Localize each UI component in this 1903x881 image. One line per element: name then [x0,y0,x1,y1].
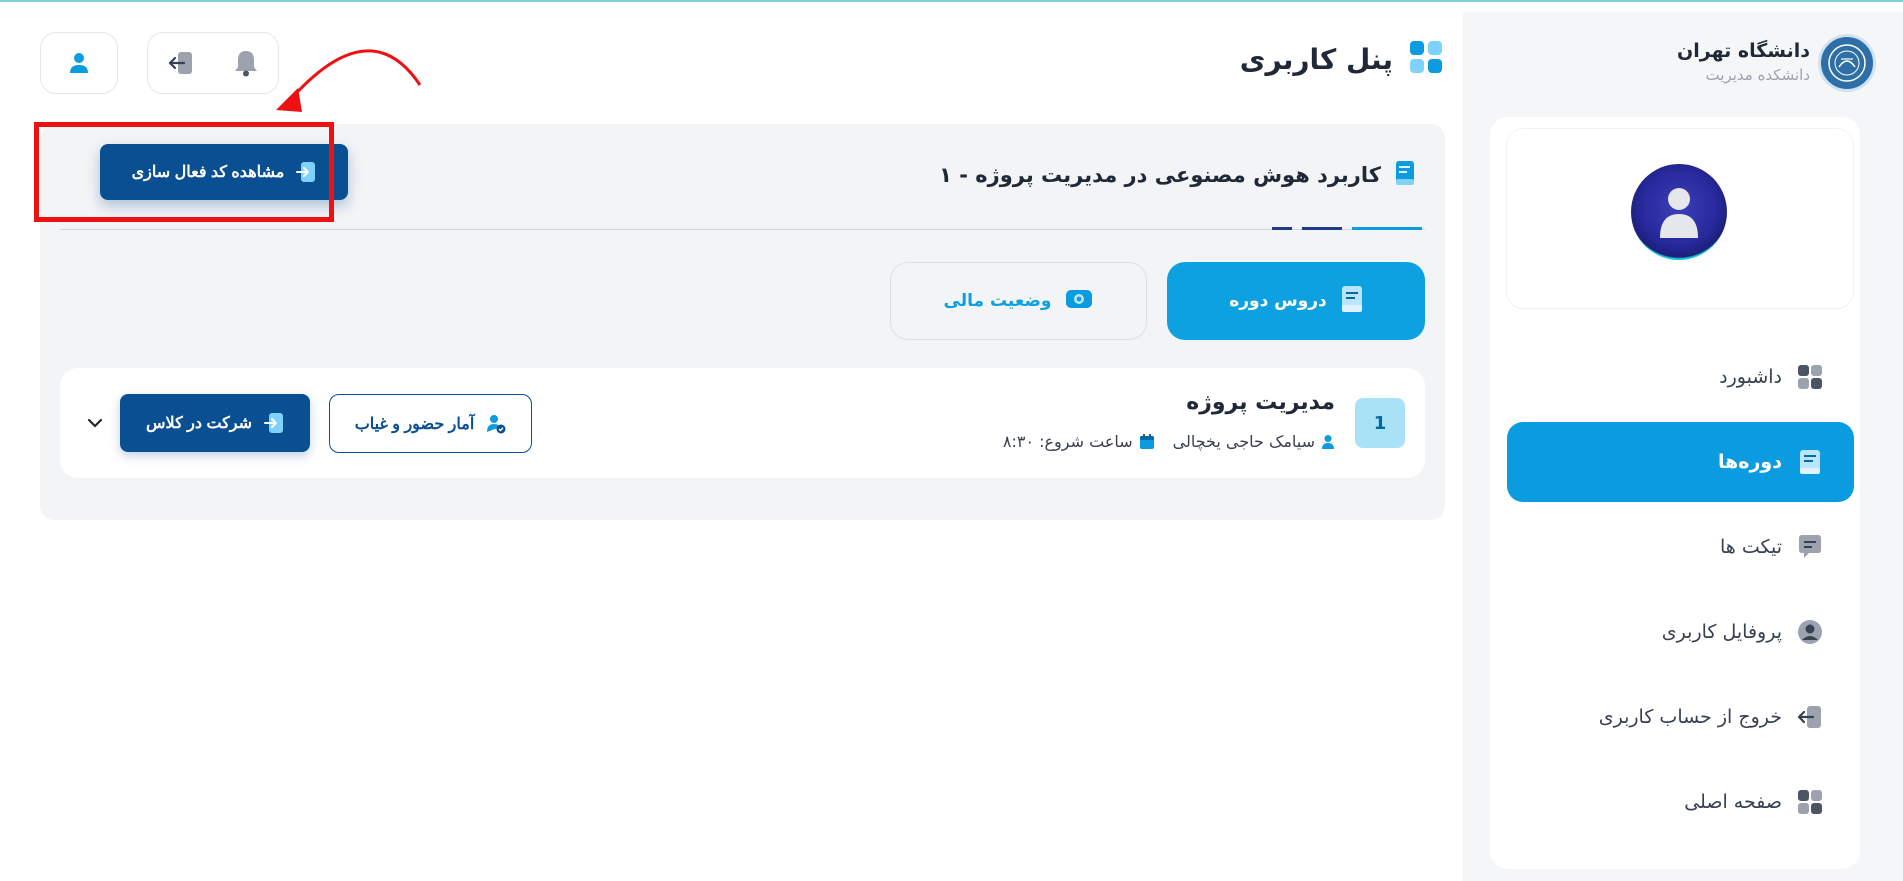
step-indicator [1302,227,1342,230]
sidebar-item-label: داشبورد [1719,366,1782,388]
header-action-group [147,32,279,94]
calendar-icon [1139,433,1154,449]
page-header: پنل کاربری [1240,40,1443,78]
sidebar-item-label: خروج از حساب کاربری [1598,706,1782,728]
sidebar-item-label: دوره‌ها [1717,451,1782,473]
step-indicator [1272,227,1292,230]
user-silhouette-icon [1660,188,1698,238]
attendance-button-label: آمار حضور و غیاب [354,415,475,433]
step-indicator [1352,227,1422,230]
tab-financial-status[interactable]: وضعیت مالی [890,262,1147,340]
grid-icon [1409,40,1443,78]
enter-icon [296,162,316,182]
money-icon [1065,289,1093,314]
avatar-box [1507,129,1853,308]
sidebar: دانشگاه تهران دانشکده مدیریت داشبورد دور… [1463,12,1903,881]
start-time: ساعت شروع: ۸:۳۰ [1002,432,1133,451]
university-logo-icon [1818,34,1876,92]
faculty-name: دانشکده مدیریت [1705,66,1810,84]
sidebar-item-label: پروفایل کاربری [1661,621,1782,643]
lesson-row: 1 مدیریت پروژه سیامک حاجی یخچالی ساعت شر… [60,368,1425,478]
book-icon [1341,285,1363,318]
progress-steps [1272,227,1422,230]
course-title-row: کاربرد هوش مصنوعی در مدیریت پروژه - ۱ [939,160,1415,190]
sidebar-item-tickets[interactable]: تیکت ها [1507,507,1854,587]
sidebar-item-profile[interactable]: پروفایل کاربری [1507,592,1854,672]
tab-course-lessons[interactable]: دروس دوره [1167,262,1425,340]
view-activation-code-button[interactable]: مشاهده کد فعال سازی [100,144,348,200]
logout-icon [1796,703,1824,731]
dashboard-icon [1796,363,1824,391]
course-title: کاربرد هوش مصنوعی در مدیریت پروژه - ۱ [939,163,1381,187]
top-accent-line [0,0,1903,2]
lesson-name: مدیریت پروژه [1186,390,1335,415]
teacher-info: سیامک حاجی یخچالی [1173,432,1335,451]
logout-icon [168,52,192,74]
profile-icon [1796,618,1824,646]
title-divider [60,229,1425,230]
tab-label: وضعیت مالی [943,291,1052,311]
user-icon [70,53,88,73]
lesson-number: 1 [1355,398,1405,448]
annotation-arrow-icon [276,49,422,112]
join-button-label: شرکت در کلاس [146,415,252,432]
attendance-stats-button[interactable]: آمار حضور و غیاب [329,394,532,453]
activation-button-label: مشاهده کد فعال سازی [131,164,285,181]
bell-icon [234,51,257,77]
sidebar-item-dashboard[interactable]: داشبورد [1507,337,1854,417]
course-panel: کاربرد هوش مصنوعی در مدیریت پروژه - ۱ وض… [40,124,1445,520]
user-menu-button[interactable] [40,32,118,94]
user-check-icon [487,414,506,433]
sidebar-item-home[interactable]: صفحه اصلی [1507,762,1854,842]
join-class-button[interactable]: شرکت در کلاس [120,394,310,452]
chevron-down-icon [87,418,103,428]
sidebar-item-label: صفحه اصلی [1684,791,1782,813]
sidebar-item-courses[interactable]: دوره‌ها [1507,422,1854,502]
user-icon [1322,434,1334,449]
avatar[interactable] [1631,164,1727,260]
sidebar-item-logout[interactable]: خروج از حساب کاربری [1507,677,1854,757]
university-name: دانشگاه تهران [1677,40,1810,62]
book-icon [1796,448,1824,476]
lesson-meta: سیامک حاجی یخچالی ساعت شروع: ۸:۳۰ [1003,432,1335,451]
tab-label: دروس دوره [1229,291,1327,311]
teacher-name: سیامک حاجی یخچالی [1172,432,1315,451]
sidebar-item-label: تیکت ها [1719,536,1782,558]
expand-chevron-button[interactable] [82,410,108,436]
chat-icon [1796,533,1824,561]
notifications-button[interactable] [226,43,266,83]
start-time-info: ساعت شروع: ۸:۳۰ [1003,432,1155,451]
page-title: پنل کاربری [1239,42,1393,76]
enter-icon [264,413,283,433]
header-logout-button[interactable] [161,43,201,83]
home-grid-icon [1796,788,1824,816]
book-icon [1395,160,1415,190]
university-brand[interactable]: دانشگاه تهران دانشکده مدیریت [1646,32,1876,92]
